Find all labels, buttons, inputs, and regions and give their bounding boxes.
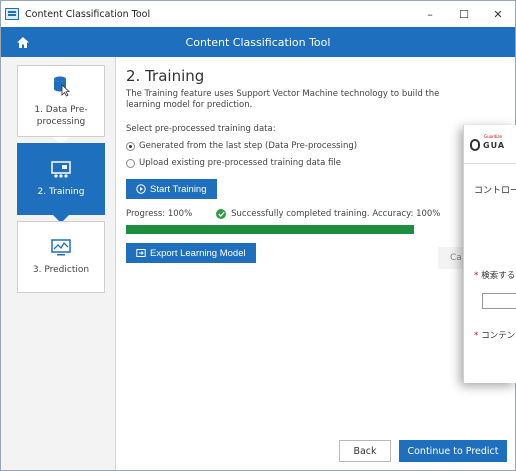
export-icon [136,248,146,258]
label-text: 検索する [481,271,516,281]
chart-monitor-icon [51,238,71,260]
export-model-label: Export Learning Model [150,247,246,259]
description: The Training feature uses Support Vector… [126,89,440,110]
step-label: 2. Training [37,186,85,197]
database-icon [52,75,70,100]
logo-small-text: Guardian [484,134,503,139]
steps-sidebar: 1. Data Pre-processing 2. Training 3. Pr… [1,57,116,470]
title-bar: Content Classification Tool – ☐ ✕ [1,1,515,27]
step-training[interactable]: 2. Training [17,143,105,215]
step-label: 3. Prediction [32,264,90,275]
window-title: Content Classification Tool [25,8,151,20]
select-data-label: Select pre-processed training data: [126,124,276,134]
divider [464,163,516,164]
app-header: Content Classification Tool [1,27,515,57]
app-title: Content Classification Tool [185,35,331,49]
play-circle-icon [136,184,146,194]
search-field-label: * 検索する [474,269,515,281]
brand-logo: Guardian GUA [470,134,506,151]
training-board-icon [51,160,71,182]
home-icon[interactable] [13,32,33,52]
logo-text: GUA [483,140,506,150]
dialog-heading: コントロー [474,186,516,196]
back-button[interactable]: Back [339,440,391,462]
close-button[interactable]: ✕ [481,1,515,27]
progress-bar [126,225,414,234]
continue-to-predict-button[interactable]: Continue to Predict [399,440,507,462]
app-icon [5,8,19,20]
required-mark: * [474,331,479,341]
page-title: 2. Training [126,67,205,85]
search-input[interactable] [482,293,516,309]
option-label: Generated from the last step (Data Pre-p… [139,141,358,151]
step-data-preprocessing[interactable]: 1. Data Pre-processing [17,65,105,137]
label-text: コンテン [481,331,516,341]
maximize-button[interactable]: ☐ [447,1,481,27]
window-controls: – ☐ ✕ [413,1,515,27]
logo-mark-icon [470,139,480,151]
training-panel: 2. Training The Training feature uses Su… [126,67,456,263]
app-window: Content Classification Tool – ☐ ✕ Conten… [0,0,516,471]
start-training-label: Start Training [150,183,207,195]
progress-label: Progress: 100% [126,209,193,219]
option-label: Upload existing pre-processed training d… [139,158,341,168]
foreign-dialog: Guardian GUA コントロー * 検索する * コンテン [463,125,516,383]
option-last-step[interactable]: Generated from the last step (Data Pre-p… [126,141,456,151]
progress-bar-fill [126,225,414,234]
progress-status: Progress: 100% Successfully completed tr… [126,209,456,219]
cancel-button-partial[interactable]: Ca [438,247,463,269]
step-prediction[interactable]: 3. Prediction [17,221,105,293]
start-training-button[interactable]: Start Training [126,179,217,199]
radio-selected[interactable] [126,141,135,151]
minimize-button[interactable]: – [413,1,447,27]
radio-unselected[interactable] [126,158,135,168]
step-label: 1. Data Pre-processing [34,104,88,127]
export-model-button[interactable]: Export Learning Model [126,243,256,263]
required-mark: * [474,271,479,281]
option-upload-file[interactable]: Upload existing pre-processed training d… [126,158,456,168]
check-circle-icon [216,209,227,219]
status-text: Successfully completed training. Accurac… [231,209,441,219]
content-field-label: * コンテン [474,329,515,341]
